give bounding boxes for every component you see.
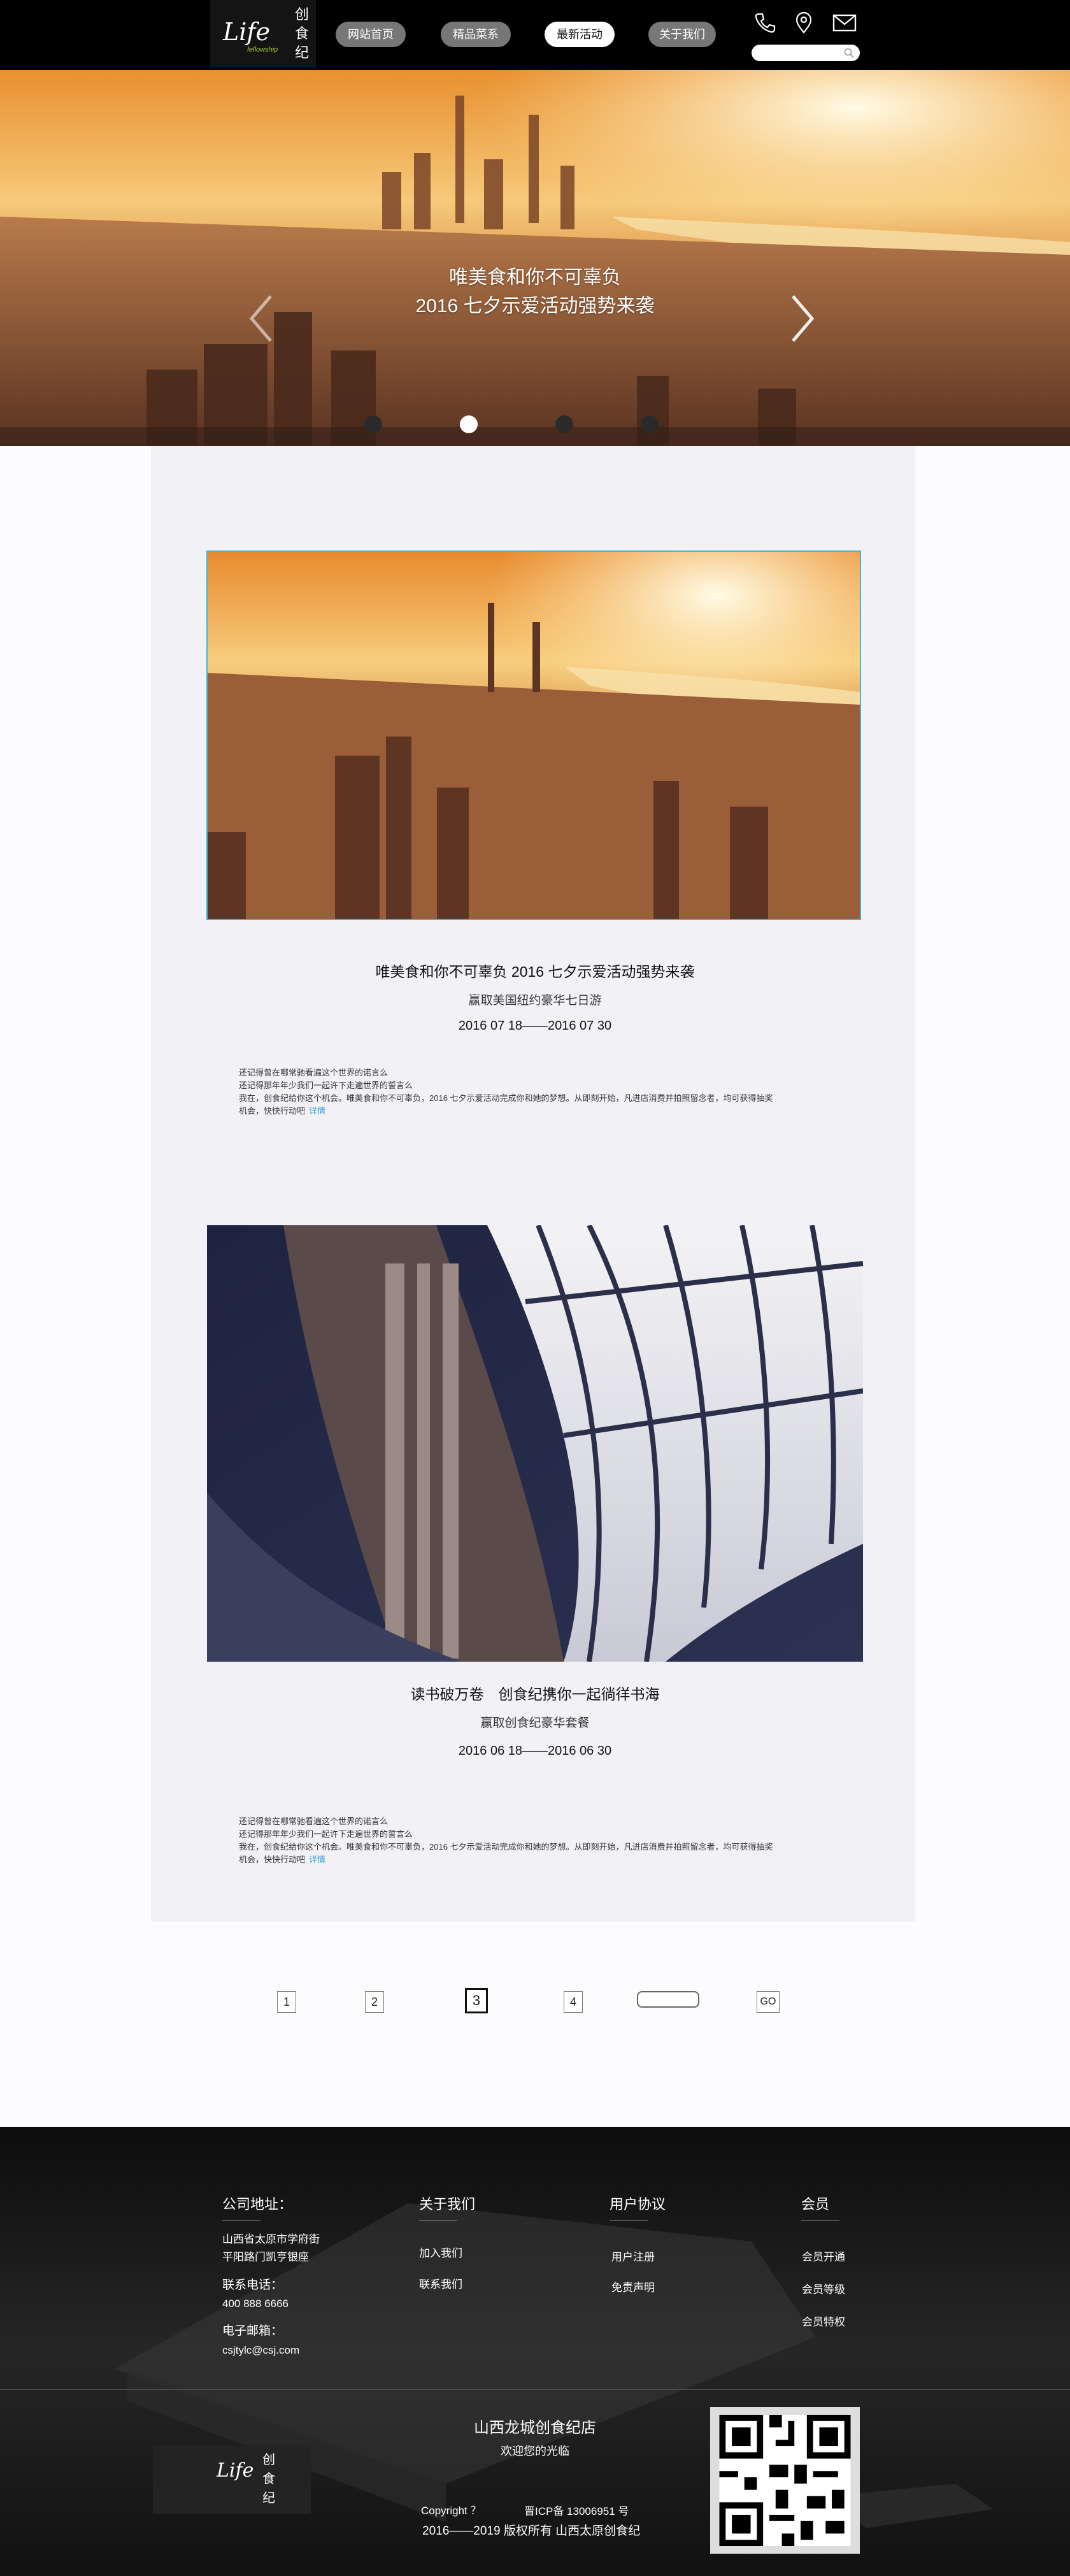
footer-address-line: 平阳路门凯亨银座 — [222, 2251, 309, 2263]
page-1-button[interactable]: 1 — [277, 1991, 296, 2013]
logo-subtitle: fellowship — [247, 46, 278, 54]
footer-copyright: Copyright ？ — [421, 2505, 481, 2517]
details-link[interactable]: 详情 — [309, 1855, 325, 1864]
footer-link-member-level[interactable]: 会员等级 — [802, 2282, 845, 2298]
logo-chinese: 创 食 纪 — [294, 5, 310, 62]
phone-icon[interactable] — [753, 11, 776, 34]
article-line: 还记得曾在哪常驰看遍这个世界的诺言么 — [239, 1068, 389, 1077]
footer-phone: 400 888 6666 — [222, 2298, 289, 2310]
nav-dishes[interactable]: 精品菜系 — [441, 22, 511, 47]
footer-store-name: 山西龙城创食纪店 — [474, 2419, 596, 2436]
hero-title-line2: 2016 七夕示爱活动强势来袭 — [415, 296, 655, 317]
footer-address-line: 山西省太原市学府街 — [222, 2233, 320, 2245]
site-logo[interactable]: Life fellowship 创 食 纪 — [210, 0, 316, 68]
slide-dot[interactable] — [364, 415, 382, 433]
article-title[interactable]: 唯美食和你不可辜负 2016 七夕示爱活动强势来袭 — [0, 960, 1070, 981]
location-icon[interactable] — [792, 11, 815, 34]
footer-icp: 晋ICP备 13006951 号 — [524, 2505, 629, 2517]
footer-member-title: 会员 — [801, 2196, 830, 2212]
hero-title-line1: 唯美食和你不可辜负 — [449, 267, 621, 288]
footer-link-member-privilege[interactable]: 会员特权 — [802, 2314, 845, 2331]
article-subtitle: 赢取美国纽约豪华七日游 — [468, 994, 602, 1007]
article-line: 还记得那年年少我们一起许下走遍世界的誓言么 — [239, 1081, 413, 1090]
logo-char: 创 — [262, 2453, 275, 2467]
top-navbar: Life fellowship 创 食 纪 网站首页 精品菜系 最新活动 关于我… — [0, 0, 1070, 70]
footer-agreement-title: 用户协议 — [610, 2196, 666, 2212]
article-body: 还记得曾在哪常驰看遍这个世界的诺言么 还记得那年年少我们一起许下走遍世界的誓言么… — [239, 1067, 831, 1118]
logo-char: 纪 — [294, 45, 309, 61]
hero-next-arrow[interactable] — [783, 287, 822, 350]
footer-link-register[interactable]: 用户注册 — [611, 2249, 655, 2266]
article-subtitle: 赢取创食纪豪华套餐 — [480, 1716, 590, 1730]
article-line: 机会，快快行动吧 — [239, 1855, 306, 1864]
nav-events[interactable]: 最新活动 — [545, 22, 615, 47]
footer-link-join[interactable]: 加入我们 — [419, 2245, 462, 2262]
page-2-button[interactable]: 2 — [365, 1991, 384, 2013]
article-line: 我在，创食纪给你这个机会。唯美食和你不可辜负，2016 七夕示爱活动完成你和她的… — [239, 1093, 773, 1103]
article-title[interactable]: 读书破万卷 创食纪携你一起徜徉书海 — [0, 1682, 1070, 1704]
logo-char: 食 — [294, 25, 309, 41]
details-link[interactable]: 详情 — [309, 1106, 325, 1116]
hero-prev-arrow[interactable] — [242, 287, 280, 350]
go-button[interactable]: GO — [757, 1991, 780, 2013]
article-library-photo — [207, 1225, 863, 1662]
page-3-button-active[interactable]: 3 — [465, 1988, 488, 2013]
search-input[interactable] — [752, 45, 860, 61]
nav-about[interactable]: 关于我们 — [648, 22, 716, 47]
footer-link-contact[interactable]: 联系我们 — [419, 2277, 462, 2293]
footer-logo-script: Life — [217, 2459, 254, 2482]
slide-dot[interactable] — [641, 415, 659, 433]
qr-code — [710, 2407, 860, 2554]
hero-banner[interactable]: 唯美食和你不可辜负 2016 七夕示爱活动强势来袭 — [0, 70, 1070, 446]
slide-dot-active[interactable] — [460, 415, 478, 433]
article-line: 还记得曾在哪常驰看遍这个世界的诺言么 — [239, 1817, 389, 1826]
site-footer: 公司地址： 山西省太原市学府街 平阳路门凯亨银座 联系电话： 400 888 6… — [0, 2127, 1070, 2576]
logo-char: 纪 — [262, 2491, 275, 2505]
article-line: 还记得那年年少我们一起许下走遍世界的誓言么 — [239, 1829, 413, 1839]
article-image-library[interactable] — [207, 1225, 863, 1662]
article-line: 机会，快快行动吧 — [239, 1106, 306, 1116]
article-line: 我在，创食纪给你这个机会。唯美食和你不可辜负，2016 七夕示爱活动完成你和她的… — [239, 1842, 773, 1852]
logo-char: 创 — [294, 6, 309, 22]
footer-link-member-open[interactable]: 会员开通 — [802, 2249, 845, 2266]
footer-about-title: 关于我们 — [419, 2196, 476, 2212]
footer-email-title: 电子邮箱： — [222, 2324, 283, 2338]
slide-dot[interactable] — [555, 415, 573, 433]
mail-icon[interactable] — [832, 11, 857, 34]
article-date: 2016 07 18——2016 07 30 — [458, 1019, 612, 1033]
footer-divider — [0, 2389, 1070, 2390]
footer-logo-chinese: 创 食 纪 — [261, 2450, 276, 2508]
hero-city-image — [0, 70, 1070, 446]
article-body: 还记得曾在哪常驰看遍这个世界的诺言么 还记得那年年少我们一起许下走遍世界的誓言么… — [239, 1815, 831, 1866]
page-4-button[interactable]: 4 — [564, 1991, 583, 2013]
article-date: 2016 06 18——2016 06 30 — [458, 1744, 612, 1758]
search-icon[interactable] — [843, 47, 855, 59]
qr-code-pattern — [719, 2415, 851, 2546]
footer-email[interactable]: csjtylc@csj.com — [222, 2342, 299, 2359]
footer-link-disclaimer[interactable]: 免责声明 — [611, 2280, 655, 2296]
footer-address-title: 公司地址： — [222, 2196, 293, 2212]
footer-rights: 2016——2019 版权所有 山西太原创食纪 — [422, 2524, 641, 2538]
page-jump-input[interactable] — [637, 1991, 699, 2008]
nav-home[interactable]: 网站首页 — [336, 22, 406, 47]
article-city-photo — [208, 552, 860, 919]
article-image-city[interactable] — [206, 550, 861, 920]
footer-logo[interactable]: Life 创 食 纪 — [153, 2445, 311, 2514]
footer-phone-title: 联系电话： — [222, 2278, 283, 2292]
logo-char: 食 — [262, 2472, 275, 2486]
